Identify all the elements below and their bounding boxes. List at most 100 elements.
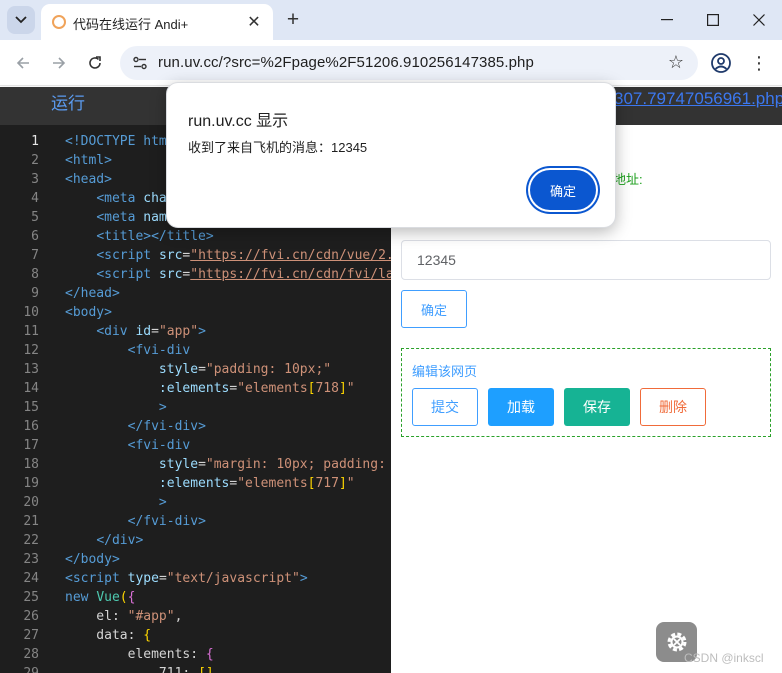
- line-number: 8: [31, 267, 39, 282]
- line-number: 19: [23, 476, 39, 491]
- code-text: </fvi-div>: [127, 514, 206, 529]
- line-number: 10: [23, 305, 39, 320]
- code-text: </body>: [65, 552, 120, 567]
- address-label: 地址:: [613, 172, 643, 187]
- arrow-right-icon: [53, 57, 66, 69]
- code-line: 12 <fvi-div: [0, 341, 391, 360]
- close-icon: [753, 14, 765, 26]
- code-line: 14 :elements="elements[718]": [0, 379, 391, 398]
- code-line: 28 elements: {: [0, 645, 391, 664]
- line-number: 16: [23, 419, 39, 434]
- line-number: 13: [23, 362, 39, 377]
- line-number: 25: [23, 590, 39, 605]
- code-text: </fvi-div>: [127, 419, 206, 434]
- code-text: </head>: [65, 286, 120, 301]
- chevron-down-icon: [15, 16, 27, 24]
- save-button[interactable]: 保存: [564, 388, 630, 426]
- submit-button[interactable]: 提交: [412, 388, 478, 426]
- code-line: 6 <title></title>: [0, 227, 391, 246]
- reload-button[interactable]: [81, 49, 109, 77]
- back-button[interactable]: [9, 49, 37, 77]
- line-number: 9: [31, 286, 39, 301]
- code-line: 13 style="padding: 10px;": [0, 360, 391, 379]
- browser-tab[interactable]: 代码在线运行 Andi+ ✕: [41, 4, 273, 40]
- line-number: 23: [23, 552, 39, 567]
- code-text: >: [158, 495, 167, 510]
- line-number: 5: [31, 210, 39, 225]
- browser-toolbar: run.uv.cc/?src=%2Fpage%2F51206.910256147…: [0, 40, 782, 86]
- address-bar[interactable]: run.uv.cc/?src=%2Fpage%2F51206.910256147…: [120, 46, 698, 80]
- tab-search-button[interactable]: [7, 6, 35, 34]
- edit-page-link[interactable]: 编辑该网页: [412, 361, 477, 380]
- code-line: 27 data: {: [0, 626, 391, 645]
- watermark: CSDN @inkscl: [684, 651, 764, 665]
- dialog-ok-button[interactable]: 确定: [530, 170, 596, 210]
- line-number: 21: [23, 514, 39, 529]
- code-text: new Vue({: [65, 590, 136, 605]
- confirm-button[interactable]: 确定: [401, 290, 467, 328]
- code-line: 24 <script type="text/javascript">: [0, 569, 391, 588]
- line-number: 26: [23, 609, 39, 624]
- code-line: 20 >: [0, 493, 391, 512]
- code-line: 15 >: [0, 398, 391, 417]
- delete-button[interactable]: 删除: [640, 388, 706, 426]
- code-line: 18 style="margin: 10px; padding: 10: [0, 455, 391, 474]
- reload-icon: [89, 56, 101, 69]
- line-number: 2: [31, 153, 39, 168]
- run-link[interactable]: 运行: [51, 89, 85, 114]
- dialog-title: run.uv.cc 显示: [188, 113, 289, 130]
- page-file-link[interactable]: 307.79747056961.php: [614, 89, 782, 109]
- code-line: 17 <fvi-div: [0, 436, 391, 455]
- browser-menu-icon[interactable]: ⋮: [748, 49, 770, 77]
- code-line: 10 <body>: [0, 303, 391, 322]
- code-text: <script src="https://fvi.cn/cdn/vue/2.6: [96, 248, 391, 263]
- code-text: style="margin: 10px; padding: 10: [158, 457, 391, 472]
- code-line: 16 </fvi-div>: [0, 417, 391, 436]
- forward-button[interactable]: [45, 49, 73, 77]
- profile-icon[interactable]: [710, 52, 732, 74]
- code-text: :elements="elements[717]": [158, 476, 355, 491]
- code-line: 7 <script src="https://fvi.cn/cdn/vue/2.…: [0, 246, 391, 265]
- code-line: 21 </fvi-div>: [0, 512, 391, 531]
- code-line: 29 711: []: [0, 664, 391, 673]
- line-number: 28: [23, 647, 39, 662]
- close-tab-icon[interactable]: ✕: [244, 12, 264, 32]
- code-text: el: "#app",: [65, 609, 183, 624]
- site-settings-icon[interactable]: [132, 55, 148, 71]
- code-text: <script src="https://fvi.cn/cdn/fvi/lat: [96, 267, 391, 282]
- close-window-button[interactable]: [736, 0, 782, 40]
- line-number: 22: [23, 533, 39, 548]
- code-line: 23 </body>: [0, 550, 391, 569]
- line-number: 11: [23, 324, 39, 339]
- code-text: :elements="elements[718]": [158, 381, 355, 396]
- message-input[interactable]: 12345: [401, 240, 771, 280]
- alert-dialog: run.uv.cc 显示 收到了来自飞机的消息：12345 确定: [166, 82, 616, 228]
- code-text: <div id="app">: [96, 324, 206, 339]
- code-text: elements: {: [65, 647, 214, 662]
- code-line: 9 </head>: [0, 284, 391, 303]
- bookmark-star-icon[interactable]: ☆: [668, 52, 684, 73]
- line-number: 1: [31, 134, 39, 149]
- code-line: 11 <div id="app">: [0, 322, 391, 341]
- line-number: 18: [23, 457, 39, 472]
- code-text: <title></title>: [96, 229, 214, 244]
- line-number: 27: [23, 628, 39, 643]
- line-number: 6: [31, 229, 39, 244]
- code-text: <script type="text/javascript">: [65, 571, 308, 586]
- edit-panel: 编辑该网页 提交 加载 保存 删除: [401, 348, 771, 437]
- maximize-button[interactable]: [690, 0, 736, 40]
- line-number: 20: [23, 495, 39, 510]
- code-text: <head>: [65, 172, 112, 187]
- tab-title: 代码在线运行 Andi+: [73, 17, 189, 32]
- code-text: <!DOCTYPE html>: [65, 134, 183, 149]
- new-tab-button[interactable]: +: [281, 8, 305, 32]
- code-text: <fvi-div: [127, 438, 191, 453]
- code-text: data: {: [65, 628, 152, 643]
- code-text: >: [158, 400, 167, 415]
- load-button[interactable]: 加载: [488, 388, 554, 426]
- code-text: 711: []: [65, 664, 214, 673]
- minimize-button[interactable]: [644, 0, 690, 40]
- line-number: 17: [23, 438, 39, 453]
- code-text: style="padding: 10px;": [158, 362, 332, 377]
- maximize-icon: [707, 14, 719, 26]
